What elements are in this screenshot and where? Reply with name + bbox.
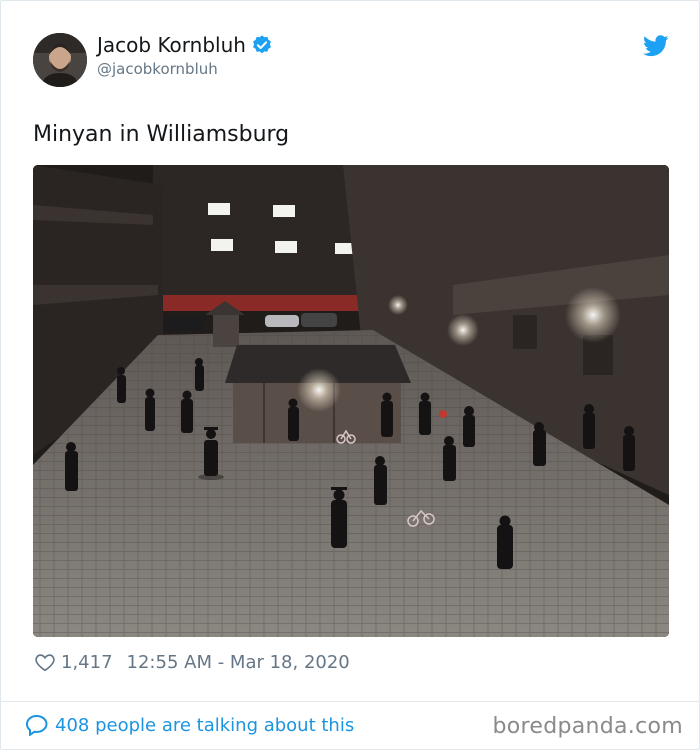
courtyard-photo (33, 165, 669, 637)
divider (1, 701, 699, 702)
avatar[interactable] (33, 33, 87, 87)
like-count[interactable]: 1,417 (61, 652, 113, 673)
conversation-link[interactable]: 408 people are talking about this (25, 714, 354, 736)
heart-icon[interactable] (34, 651, 56, 673)
twitter-bird-icon[interactable] (643, 35, 669, 57)
tweet-card: Jacob Kornbluh @jacobkornbluh Minyan in … (0, 0, 700, 750)
watermark-logo: boredpanda.com (492, 714, 683, 739)
tweet-photo[interactable] (33, 165, 669, 637)
speech-bubble-icon (25, 714, 48, 736)
tweet-meta: 1,417 12:55 AM - Mar 18, 2020 (34, 651, 350, 673)
author-handle[interactable]: @jacobkornbluh (97, 60, 218, 78)
conversation-label[interactable]: 408 people are talking about this (55, 715, 354, 736)
avatar-photo (33, 33, 87, 87)
author-name-row[interactable]: Jacob Kornbluh (97, 33, 273, 57)
tweet-text: Minyan in Williamsburg (33, 122, 290, 147)
author-name[interactable]: Jacob Kornbluh (97, 33, 246, 57)
verified-badge-icon (253, 35, 271, 54)
tweet-timestamp[interactable]: 12:55 AM - Mar 18, 2020 (127, 652, 350, 673)
